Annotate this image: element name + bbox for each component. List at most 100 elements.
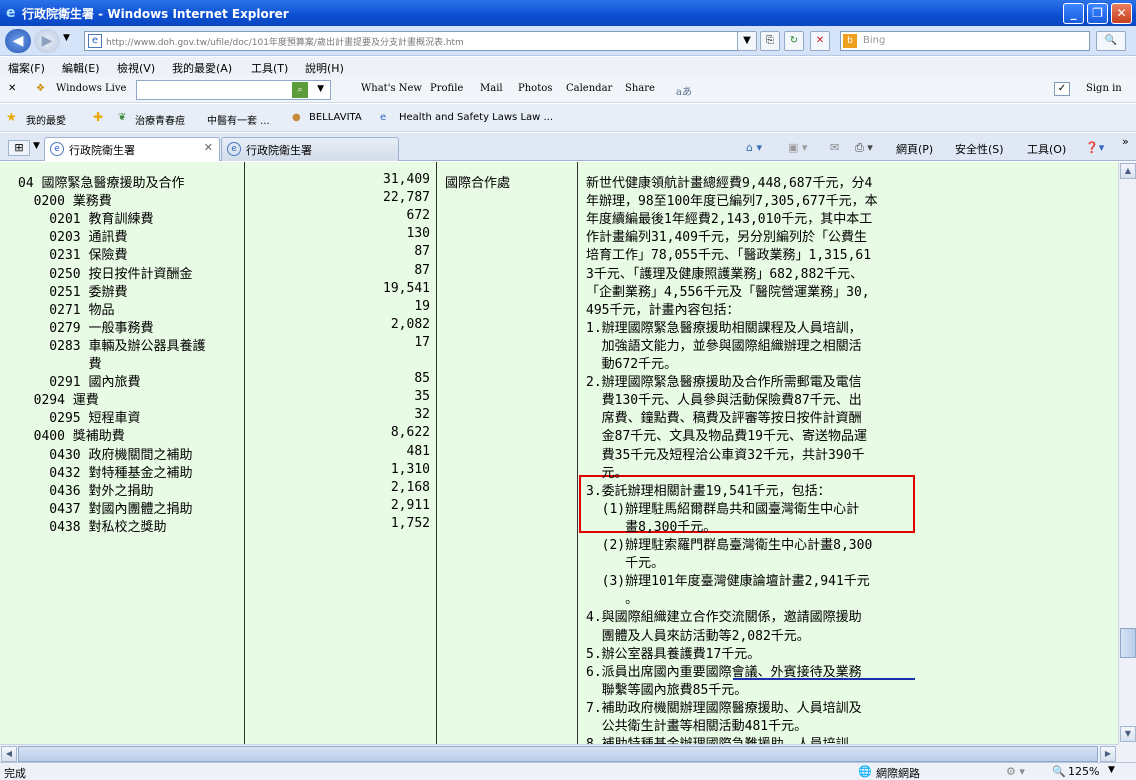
refresh-icon[interactable]: ↻ <box>784 31 804 51</box>
favorites-star-icon[interactable]: ★ <box>6 110 17 124</box>
fav-item-chinese-medicine[interactable]: 中醫有一套 ... <box>207 112 270 127</box>
description-line: 元。 <box>586 465 628 481</box>
close-toolbar-icon[interactable]: ✕ <box>8 83 16 94</box>
close-button[interactable]: ✕ <box>1111 3 1132 24</box>
budget-item-value: 2,168 <box>390 479 430 495</box>
table-row: 0432 對特種基金之補助 1,310 <box>0 462 580 481</box>
url-field[interactable]: e http://www.doh.gov.tw/ufile/doc/101年度預… <box>84 31 754 51</box>
search-button[interactable]: 🔍 <box>1096 31 1126 51</box>
history-dropdown-icon[interactable]: ▼ <box>63 33 70 43</box>
tools-menu[interactable]: 工具(O) <box>1027 141 1066 157</box>
tab-inactive[interactable]: e 行政院衛生署 <box>221 137 399 161</box>
fav-item-bellavita[interactable]: BELLAVITA <box>309 112 362 123</box>
horizontal-scrollbar[interactable]: ◀ ▶ <box>0 744 1118 762</box>
description-line: 495千元，計畫內容包括： <box>586 302 740 318</box>
print-icon[interactable]: ⎙ ▾ <box>855 141 873 155</box>
tab-close-icon[interactable]: ✕ <box>204 141 213 154</box>
read-mail-icon[interactable]: ✉ <box>830 141 839 154</box>
zoom-icon[interactable]: 🔍 <box>1052 765 1066 778</box>
description-line: 培育工作」78,055千元、「醫政業務」1,315,61 <box>586 248 872 264</box>
menu-help[interactable]: 說明(H) <box>305 60 344 76</box>
budget-item-value: 8,622 <box>390 425 430 441</box>
maximize-button[interactable]: ❐ <box>1087 3 1108 24</box>
scroll-left-icon[interactable]: ◀ <box>1 746 17 762</box>
table-row: 0295 短程車資 32 <box>0 407 580 426</box>
live-link-whats-new[interactable]: What's New <box>361 83 422 94</box>
bellavita-icon: ● <box>292 112 301 123</box>
description-line: 2.辦理國際緊急醫療援助及合作所需郵電及電信 <box>586 375 862 391</box>
budget-item-value: 87 <box>414 262 430 278</box>
live-search-icon[interactable]: ⌕ <box>292 82 308 98</box>
description-line: 費130千元、人員參與活動保險費87千元、出 <box>586 393 862 409</box>
stop-icon[interactable]: ✕ <box>810 31 830 51</box>
budget-item-value: 22,787 <box>383 190 430 206</box>
budget-item-name: 0201 教育訓練費 <box>18 212 154 228</box>
table-row: 0201 教育訓練費 672 <box>0 208 580 228</box>
favorites-bar: ★ 我的最愛 ✚ ❦ 治療青春痘 中醫有一套 ... ● BELLAVITA e… <box>0 104 1136 132</box>
feeds-icon[interactable]: ▣ ▾ <box>788 141 807 154</box>
vertical-scrollbar[interactable]: ▲ ▼ <box>1118 162 1136 744</box>
address-bar: ◀ ▶ ▼ e http://www.doh.gov.tw/ufile/doc/… <box>0 26 1136 56</box>
live-link-mail[interactable]: Mail <box>480 83 503 94</box>
budget-item-value: 87 <box>414 244 430 260</box>
menu-tools[interactable]: 工具(T) <box>251 60 288 76</box>
budget-item-name: 0279 一般事務費 <box>18 320 154 336</box>
description-line: 費35千元及短程洽公車資32千元，共計390千 <box>586 447 865 463</box>
description-line: 「企劃業務」4,556千元及「醫院營運業務」30, <box>586 284 870 300</box>
scroll-up-icon[interactable]: ▲ <box>1120 163 1136 179</box>
scroll-right-icon[interactable]: ▶ <box>1100 746 1116 762</box>
table-row: 0436 對外之捐助 2,168 <box>0 479 580 499</box>
zoom-level[interactable]: 125% <box>1068 765 1099 778</box>
protected-mode-icon[interactable]: ⚙ ▾ <box>1006 765 1025 778</box>
live-link-profile[interactable]: Profile <box>430 83 463 94</box>
search-input[interactable]: b Bing <box>840 31 1090 51</box>
page-menu[interactable]: 網頁(P) <box>896 141 933 157</box>
description-line: (3)辦理101年度臺灣健康論壇計畫2,941千元 <box>586 574 870 590</box>
description-line: (1)辦理駐馬紹爾群島共和國臺灣衛生中心計 <box>586 501 860 517</box>
description-line: 畫8,300千元。 <box>586 519 717 535</box>
url-dropdown-icon[interactable]: ▼ <box>737 31 757 51</box>
home-icon[interactable]: ⌂ ▾ <box>746 141 762 154</box>
live-search-input[interactable]: ⌕ ▼ <box>136 80 331 100</box>
fav-item-acne[interactable]: 治療青春痘 <box>135 112 185 127</box>
budget-item-value: 1,752 <box>390 515 430 531</box>
live-link-share[interactable]: Share <box>625 83 655 94</box>
scroll-corner <box>1118 744 1136 762</box>
menu-file[interactable]: 檔案(F) <box>8 60 45 76</box>
sign-in-link[interactable]: Sign in <box>1086 83 1122 94</box>
windows-live-label[interactable]: Windows Live <box>56 83 126 94</box>
menu-view[interactable]: 檢視(V) <box>117 60 155 76</box>
budget-item-value: 19,541 <box>383 280 430 296</box>
live-link-calendar[interactable]: Calendar <box>566 83 612 94</box>
checkbox-icon[interactable]: ✓ <box>1054 82 1070 96</box>
back-button[interactable]: ◀ <box>5 29 31 53</box>
chevron-more-icon[interactable]: » <box>1122 135 1129 148</box>
forward-button[interactable]: ▶ <box>34 29 60 53</box>
tab-list-dropdown-icon[interactable]: ▼ <box>33 141 40 151</box>
fav-item-health-safety[interactable]: Health and Safety Laws Law ... <box>399 112 553 123</box>
budget-item-value: 2,082 <box>390 316 430 332</box>
quick-tabs-icon[interactable]: ⊞ <box>8 140 30 156</box>
help-icon[interactable]: ❓▾ <box>1085 141 1104 154</box>
translate-icon[interactable]: aあ <box>676 83 692 98</box>
vertical-scroll-thumb[interactable] <box>1120 628 1136 658</box>
table-row: 0200 業務費 22,787 <box>0 190 580 209</box>
horizontal-scroll-thumb[interactable] <box>18 746 1098 762</box>
menu-favorites[interactable]: 我的最愛(A) <box>172 60 232 76</box>
description-line: 4.與國際組織建立合作交流關係，邀請國際援助 <box>586 610 862 626</box>
compatibility-view-icon[interactable]: ⎘ <box>760 31 780 51</box>
favorites-label[interactable]: 我的最愛 <box>26 112 66 127</box>
budget-item-value: 31,409 <box>383 172 430 187</box>
zoom-dropdown-icon[interactable]: ▼ <box>1108 765 1115 775</box>
status-bar: 完成 🌐 網際網路 ⚙ ▾ 🔍 125% ▼ <box>0 762 1136 780</box>
menu-edit[interactable]: 編輯(E) <box>62 60 100 76</box>
live-search-dropdown-icon[interactable]: ▼ <box>317 84 324 94</box>
url-text[interactable]: http://www.doh.gov.tw/ufile/doc/101年度預算案… <box>106 35 464 48</box>
add-favorite-icon[interactable]: ✚ <box>93 110 103 124</box>
scroll-down-icon[interactable]: ▼ <box>1120 726 1136 742</box>
tab-active[interactable]: e 行政院衛生署 ✕ <box>44 137 220 161</box>
minimize-button[interactable]: _ <box>1063 3 1084 24</box>
search-placeholder: Bing <box>863 35 886 46</box>
live-link-photos[interactable]: Photos <box>518 83 552 94</box>
safety-menu[interactable]: 安全性(S) <box>955 141 1004 157</box>
